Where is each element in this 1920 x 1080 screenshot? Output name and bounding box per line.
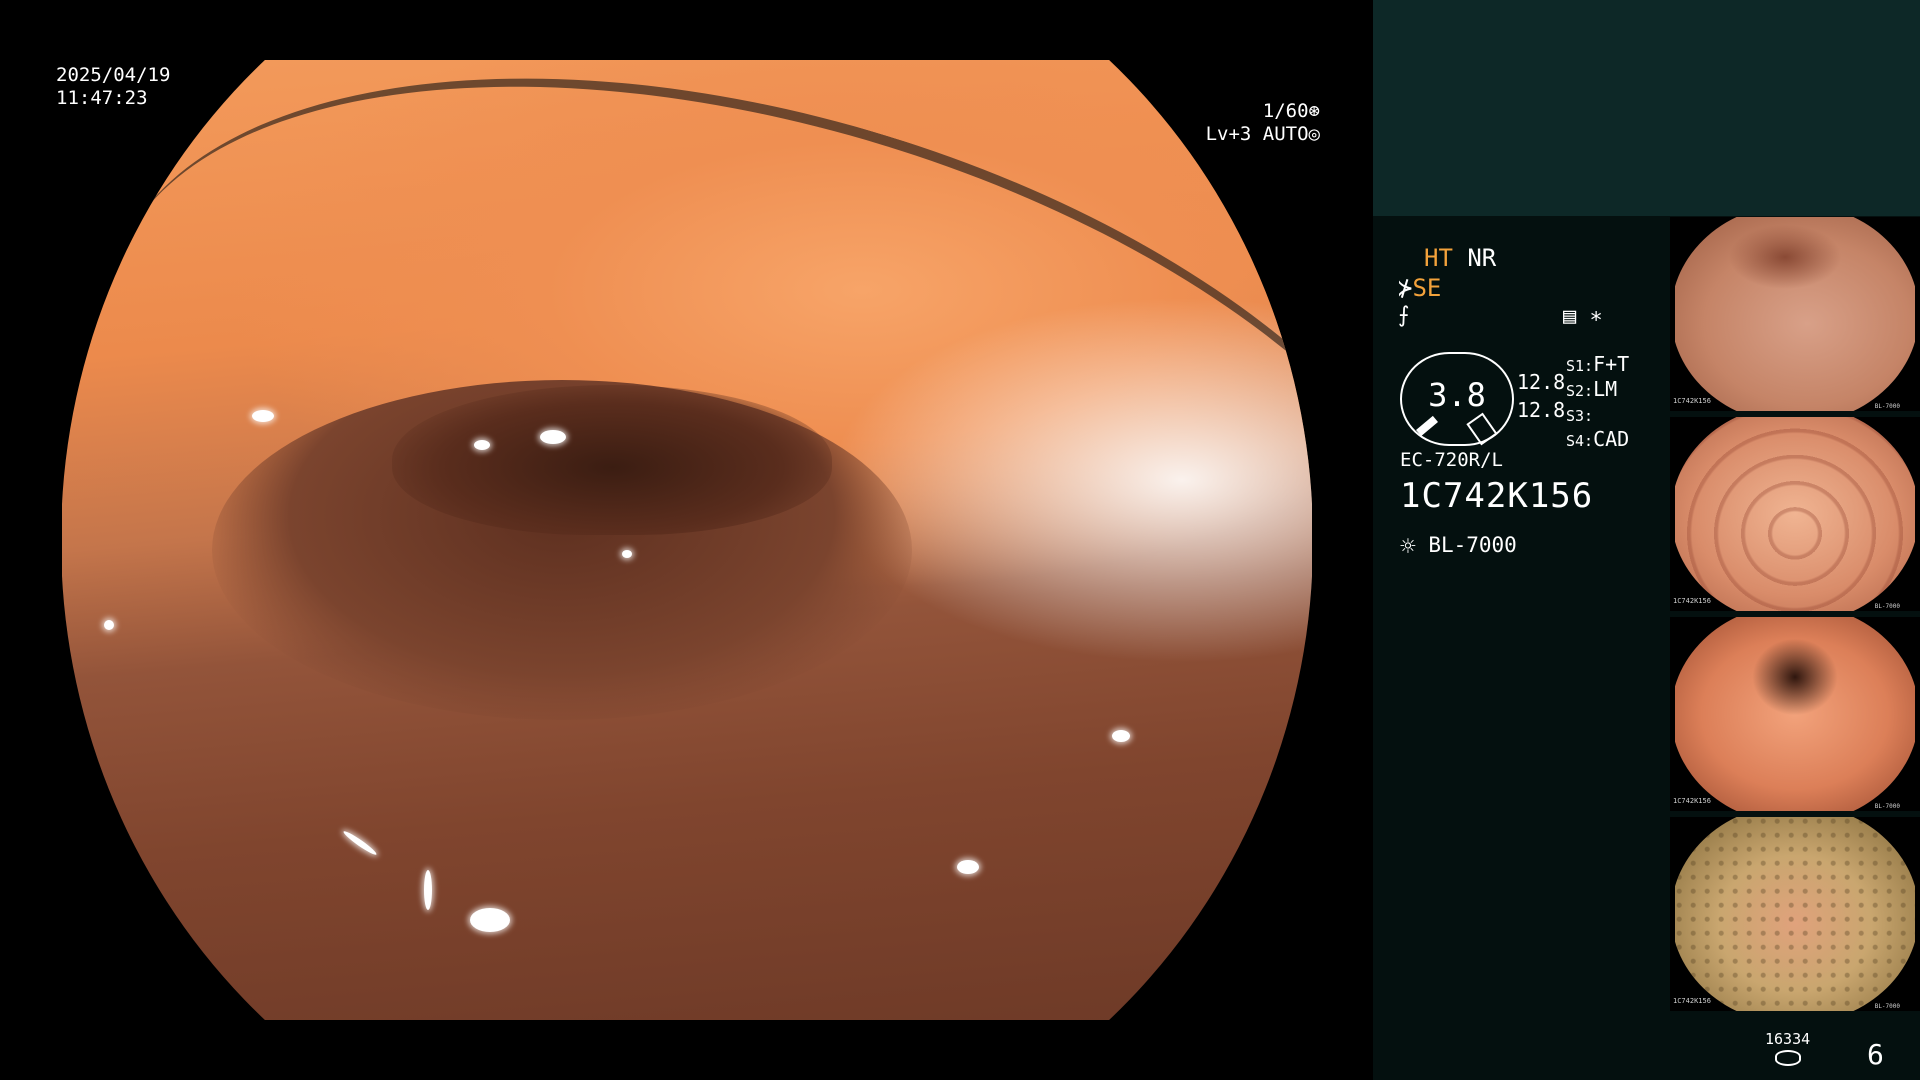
thumbnail-serial: 1C742K156: [1673, 997, 1711, 1005]
thumbnail-light: BL-7000: [1874, 403, 1900, 410]
sun-icon: ☼: [1400, 532, 1416, 562]
shutter-icon: ⊛: [1308, 100, 1320, 122]
switch-slot-3: S3:: [1566, 402, 1593, 426]
endoscopic-image: [61, 0, 1313, 1020]
scope-model: EC-720R/L: [1400, 449, 1503, 471]
captured-thumbnail[interactable]: 1C742K156 BL-7000: [1670, 817, 1920, 1011]
light-reflection: [104, 620, 114, 630]
light-source-line: ☼ BL-7000: [1400, 532, 1517, 562]
dial-needle-icon: [1416, 415, 1438, 437]
light-reflection: [1112, 730, 1130, 742]
light-reflection: [540, 430, 566, 444]
thumbnail-image: [1675, 417, 1915, 611]
thumbnail-image: [1675, 617, 1915, 811]
slot-key: S2:: [1566, 382, 1594, 400]
thumbnail-light: BL-7000: [1874, 603, 1900, 610]
slot-value: F+T: [1593, 352, 1630, 376]
info-panel: HT NR ⊁SE ⨍ ▤ ∗ 3.8 12.8 12.8 S1:F+T S2:…: [1373, 0, 1920, 1080]
time-text: 11:47:23: [56, 87, 148, 109]
endoscope-monitor: 2025/04/19 11:47:23 1/60⊛ Lv+3 AUTO◎: [0, 0, 1373, 1080]
captured-thumbnail[interactable]: 1C742K156 BL-7000: [1670, 217, 1920, 411]
date-time-readout: 2025/04/19 11:47:23: [56, 64, 170, 110]
slot-key: S3:: [1566, 407, 1594, 425]
gain-value-1: 12.8: [1517, 370, 1566, 394]
light-reflection: [957, 860, 979, 874]
light-reflection: [470, 908, 510, 932]
thumbnail-serial: 1C742K156: [1673, 597, 1711, 605]
switch-slot-1: S1:F+T: [1566, 352, 1629, 376]
zoom-value: 3.8: [1428, 376, 1486, 414]
page-number: 6: [1867, 1038, 1884, 1071]
light-reflection: [474, 440, 490, 450]
captured-thumbnail[interactable]: 1C742K156 BL-7000: [1670, 417, 1920, 611]
light-reflection: [341, 829, 379, 857]
nr-indicator: NR: [1467, 244, 1497, 272]
storage-disk-icon: [1775, 1050, 1801, 1066]
thumbnail-serial: 1C742K156: [1673, 397, 1711, 405]
lumen-opening: [392, 385, 832, 535]
dial-marker-icon: [1466, 412, 1498, 446]
thumbnail-light: BL-7000: [1874, 1003, 1900, 1010]
thumbnail-image: [1675, 217, 1915, 411]
date-text: 2025/04/19: [56, 64, 171, 86]
panel-header-area: [1373, 0, 1920, 216]
se-line: ⊁SE: [1398, 274, 1441, 302]
captured-thumbnail[interactable]: 1C742K156 BL-7000: [1670, 617, 1920, 811]
switch-slot-2: S2:LM: [1566, 377, 1617, 401]
light-reflection: [424, 870, 432, 910]
switch-slot-4: S4:CAD: [1566, 427, 1629, 451]
light-reflection: [252, 410, 274, 422]
thumbnail-image: [1675, 817, 1915, 1011]
slot-value: CAD: [1593, 427, 1630, 451]
structure-icon: ▤: [1563, 304, 1577, 329]
slot-value: LM: [1593, 377, 1618, 401]
image-count: 16334: [1765, 1030, 1811, 1048]
exposure-readout: 1/60⊛ Lv+3 AUTO◎: [1190, 100, 1320, 146]
slot-key: S4:: [1566, 432, 1594, 450]
asterisk-icon: ∗: [1589, 304, 1603, 329]
slot-key: S1:: [1566, 357, 1594, 375]
ht-indicator: HT: [1424, 244, 1453, 272]
scope-serial: 1C742K156: [1400, 476, 1594, 516]
iris-icon: ◎: [1308, 123, 1320, 145]
thumbnail-light: BL-7000: [1874, 803, 1900, 810]
se-prefix-icon: ⊁: [1398, 274, 1413, 302]
shutter-speed: 1/60: [1262, 100, 1309, 122]
gain-value-2: 12.8: [1517, 398, 1566, 422]
thumbnail-serial: 1C742K156: [1673, 797, 1711, 805]
light-source: BL-7000: [1428, 533, 1517, 557]
freeze-icon: ⨍: [1398, 303, 1410, 328]
enhancement-line: HT NR: [1424, 244, 1496, 272]
zoom-dial: 3.8: [1400, 352, 1514, 446]
light-reflection: [622, 550, 632, 558]
se-indicator: SE: [1412, 274, 1442, 302]
mode-icons: ▤ ∗: [1563, 304, 1603, 329]
iris-level: Lv+3 AUTO: [1205, 123, 1309, 145]
